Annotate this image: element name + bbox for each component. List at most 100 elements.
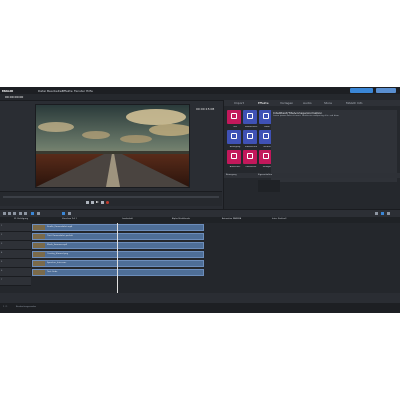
sub-header: Bewegung Eigenschaften bbox=[224, 173, 400, 178]
play-icon[interactable] bbox=[96, 201, 99, 203]
zoom-out-icon[interactable] bbox=[375, 212, 378, 215]
timeline-clip[interactable]: Straße_Kamerafahrt.mp4 bbox=[32, 223, 204, 231]
video-preview[interactable] bbox=[35, 104, 190, 188]
description-text: Lorem ipsum dolor sit amet, consetetur s… bbox=[273, 115, 339, 117]
effect-tile[interactable]: Überblend. bbox=[243, 150, 257, 168]
snap-icon[interactable] bbox=[62, 212, 65, 215]
square-icon bbox=[247, 153, 253, 159]
track-header[interactable]: 6 bbox=[0, 268, 31, 277]
tab-audio[interactable]: Audio bbox=[303, 101, 312, 105]
effect-tile[interactable]: Ausschnitt bbox=[227, 150, 241, 168]
record-icon[interactable] bbox=[106, 201, 109, 204]
track-number: 1 bbox=[1, 225, 3, 227]
palette-icon bbox=[247, 113, 253, 119]
clip-thumbnail bbox=[33, 251, 45, 257]
store-button[interactable] bbox=[376, 88, 396, 93]
playhead[interactable] bbox=[117, 223, 118, 293]
chapter-marker[interactable]: Landschaft bbox=[122, 218, 133, 220]
track-number: 5 bbox=[1, 261, 3, 263]
chapter-marker[interactable]: Vorschau Teil 1 bbox=[62, 218, 77, 220]
track-number: 4 bbox=[1, 252, 3, 254]
text-tool-icon[interactable] bbox=[37, 212, 40, 215]
clip-label: Musik_Sommer.mp3 bbox=[47, 243, 68, 246]
track-header[interactable]: 2 bbox=[0, 232, 31, 241]
zoom-label: 1 / 1 bbox=[3, 306, 8, 308]
transport-controls bbox=[0, 191, 222, 206]
timeline-tracks: 1 2 3 4 5 6 7 Straße_Kamerafahrt.mp4 Titel: Kam… bbox=[0, 223, 400, 293]
media-pool-panel: Import Effekte Vorlagen Audio Store MAGI… bbox=[223, 100, 400, 218]
effect-tile[interactable]: Videoeffekte bbox=[243, 110, 257, 128]
effect-tile-label: Titel bbox=[232, 126, 238, 128]
media-pool-tabs: Import Effekte Vorlagen Audio Store MAGI… bbox=[224, 100, 400, 106]
effect-tile[interactable]: Titel bbox=[227, 110, 241, 128]
undo-icon[interactable] bbox=[3, 212, 6, 215]
clip-thumbnail bbox=[33, 233, 45, 239]
sub-label: Bewegung bbox=[226, 174, 237, 176]
sub-tab[interactable]: Eigenschaften bbox=[258, 174, 272, 176]
chapter-marker[interactable]: Alpha Rückblende bbox=[172, 218, 190, 220]
delete-icon[interactable] bbox=[13, 212, 16, 215]
menu-effects[interactable]: Effekte bbox=[62, 89, 73, 93]
timeline-clip[interactable]: Overlay_Himmel.png bbox=[32, 250, 204, 258]
move-icon bbox=[231, 133, 237, 139]
track-header[interactable]: 1 bbox=[0, 223, 31, 232]
tab-magix-info[interactable]: MAGIX Info bbox=[346, 101, 362, 105]
chapter-marker[interactable]: 01 Verfolgung bbox=[14, 218, 28, 220]
split-icon[interactable] bbox=[24, 212, 27, 215]
forward-icon[interactable] bbox=[101, 201, 104, 204]
effect-tile-label: Videoeffekte bbox=[244, 126, 258, 128]
timecode-left: 00:00:00:00 bbox=[5, 95, 24, 99]
timeline-clip[interactable]: Sprecher_Intro.wav bbox=[32, 259, 204, 267]
clip-label: Titel: Kamerafahrt perfekt bbox=[47, 234, 73, 237]
track-number: 6 bbox=[1, 270, 3, 272]
track-header[interactable]: 7 bbox=[0, 277, 31, 286]
menu-edit[interactable]: Bearbeiten bbox=[47, 89, 63, 93]
property-preview bbox=[258, 180, 280, 192]
menu-file[interactable]: Datei bbox=[38, 89, 46, 93]
timeline-clip[interactable]: Text: Ende bbox=[32, 268, 204, 276]
effect-tile[interactable]: Bewegung bbox=[227, 130, 241, 148]
menu-window[interactable]: Fenster bbox=[74, 89, 85, 93]
mouse-mode-icon[interactable] bbox=[31, 212, 34, 215]
chapter-marker[interactable]: Animation KAMERA bbox=[222, 218, 241, 220]
effect-description: Intellitext/Titelvorlage/Animation Lorem… bbox=[271, 110, 397, 182]
target-icon bbox=[263, 153, 269, 159]
effect-tile-label: Bewegung bbox=[229, 146, 241, 148]
timeline-clip[interactable]: Musik_Sommer.mp3 bbox=[32, 241, 204, 249]
preview-image bbox=[36, 105, 189, 187]
menu-bar: MAGIX Datei Bearbeiten Effekte Fenster H… bbox=[0, 87, 400, 94]
status-bar: 1 / 1 Bearbeitungsmodus bbox=[0, 303, 400, 313]
track-header[interactable]: 4 bbox=[0, 250, 31, 259]
timeline-clip[interactable]: Titel: Kamerafahrt perfekt bbox=[32, 232, 204, 240]
zoom-fit-icon[interactable] bbox=[381, 212, 384, 215]
clip-label: Overlay_Himmel.png bbox=[47, 252, 68, 255]
tab-templates[interactable]: Vorlagen bbox=[280, 101, 293, 105]
tab-import[interactable]: Import bbox=[234, 101, 244, 105]
status-text: Bearbeitungsmodus bbox=[16, 306, 37, 308]
track-header[interactable]: 5 bbox=[0, 259, 31, 268]
cut-icon[interactable] bbox=[19, 212, 22, 215]
effect-tile[interactable]: Stabilisieren bbox=[243, 130, 257, 148]
video-editor-app: MAGIX Datei Bearbeiten Effekte Fenster H… bbox=[0, 87, 400, 313]
track-header[interactable]: 3 bbox=[0, 241, 31, 250]
rewind-icon[interactable] bbox=[86, 201, 89, 204]
timecode-right: 00:00:15:08 bbox=[196, 107, 215, 111]
track-number: 3 bbox=[1, 243, 3, 245]
redo-icon[interactable] bbox=[8, 212, 11, 215]
zoom-in-icon[interactable] bbox=[387, 212, 390, 215]
marker-icon[interactable] bbox=[68, 212, 71, 215]
pen-icon bbox=[263, 133, 269, 139]
crop-icon bbox=[231, 153, 237, 159]
tab-effects[interactable]: Effekte bbox=[258, 101, 269, 105]
chapter-marker[interactable]: Intro: Kraftvoll bbox=[272, 218, 286, 220]
effect-tile-label: Stabilisieren bbox=[244, 146, 258, 148]
track-number: 7 bbox=[1, 279, 3, 281]
app-title: MAGIX bbox=[2, 89, 14, 93]
tab-store[interactable]: Store bbox=[324, 101, 332, 105]
stop-icon[interactable] bbox=[91, 201, 94, 204]
export-button[interactable] bbox=[350, 88, 373, 93]
menu-help[interactable]: Hilfe bbox=[86, 89, 93, 93]
effect-tile-label: Überblend. bbox=[245, 166, 257, 168]
clip-thumbnail bbox=[33, 242, 45, 248]
position-slider[interactable] bbox=[3, 196, 219, 198]
